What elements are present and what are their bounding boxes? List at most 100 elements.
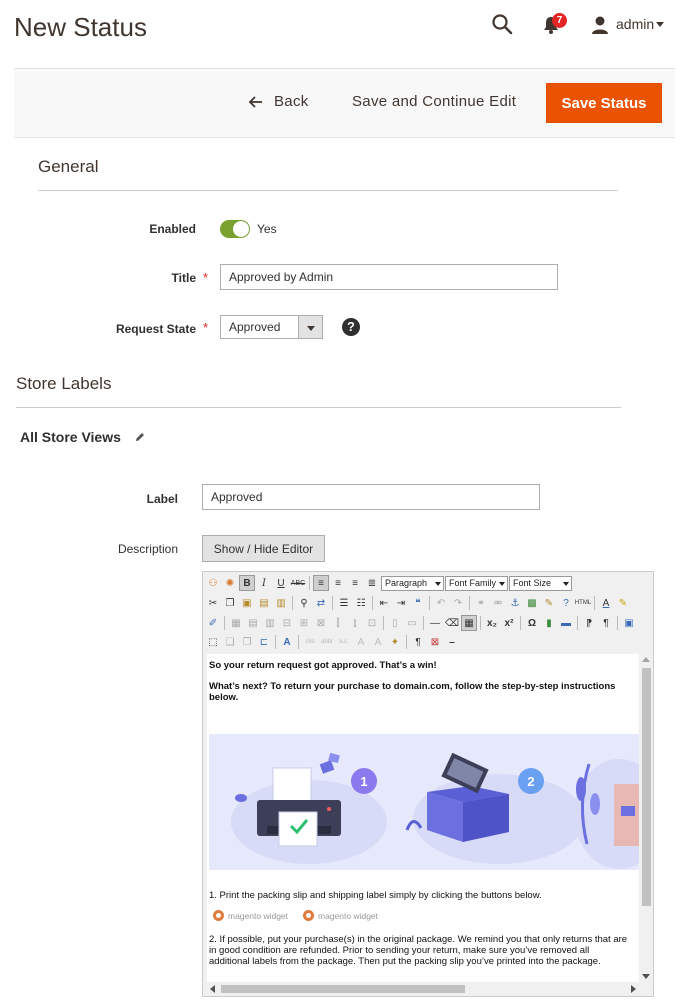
- delete-row-icon[interactable]: ⊠: [313, 615, 329, 631]
- format-select[interactable]: Paragraph: [381, 575, 444, 591]
- back-button[interactable]: Back: [248, 93, 309, 110]
- scrollbar-thumb[interactable]: [642, 668, 651, 906]
- font-size-select[interactable]: Font Size: [509, 575, 572, 591]
- paste-text-icon[interactable]: ▤: [256, 595, 272, 611]
- align-left-icon[interactable]: ≡: [313, 575, 329, 591]
- attributes-icon[interactable]: ✦: [387, 634, 403, 650]
- absolute-position-icon[interactable]: ⊏: [256, 634, 272, 650]
- bold-icon[interactable]: B: [239, 575, 255, 591]
- save-and-continue-button[interactable]: Save and Continue Edit: [352, 93, 516, 110]
- cite-icon[interactable]: cite: [302, 634, 318, 650]
- ins-icon[interactable]: A: [370, 634, 386, 650]
- scrollbar-thumb[interactable]: [221, 985, 465, 993]
- align-justify-icon[interactable]: ≣: [364, 575, 380, 591]
- title-input[interactable]: Approved by Admin: [220, 264, 558, 290]
- page-break-icon[interactable]: ⎯: [444, 634, 460, 650]
- superscript-icon[interactable]: x²: [501, 615, 517, 631]
- toolbar-separator: [406, 635, 407, 649]
- background-color-icon[interactable]: ✎: [615, 595, 631, 611]
- unlink-icon[interactable]: ⚮: [490, 595, 506, 611]
- split-cells-icon[interactable]: ▯: [387, 615, 403, 631]
- italic-icon[interactable]: I: [256, 575, 272, 591]
- col-before-icon[interactable]: ⫿: [330, 615, 346, 631]
- media-icon[interactable]: ▮: [541, 615, 557, 631]
- save-status-button[interactable]: Save Status: [546, 83, 662, 123]
- user-menu-name[interactable]: admin: [616, 16, 654, 32]
- copy-icon[interactable]: ❐: [222, 595, 238, 611]
- anchor-icon[interactable]: ⚓: [507, 595, 523, 611]
- undo-icon[interactable]: ↶: [433, 595, 449, 611]
- delete-col-icon[interactable]: ⊡: [364, 615, 380, 631]
- html-source-icon[interactable]: HTML: [575, 595, 591, 611]
- acronym-icon[interactable]: a.c.: [336, 634, 352, 650]
- editor-vertical-scrollbar[interactable]: [639, 654, 653, 982]
- nonbreaking-icon[interactable]: ⊠: [427, 634, 443, 650]
- del-icon[interactable]: A: [353, 634, 369, 650]
- insert-widget-icon[interactable]: ✺: [222, 575, 238, 591]
- scroll-right-icon[interactable]: [631, 985, 636, 993]
- bullet-list-icon[interactable]: ☰: [336, 595, 352, 611]
- row-after-icon[interactable]: ⊞: [296, 615, 312, 631]
- cleanup-icon[interactable]: ✎: [541, 595, 557, 611]
- replace-icon[interactable]: ⇄: [313, 595, 329, 611]
- editor-content-area[interactable]: So your return request got approved. Tha…: [207, 654, 639, 982]
- abbr-icon[interactable]: abbr: [319, 634, 335, 650]
- paste-word-icon[interactable]: ▥: [273, 595, 289, 611]
- insert-layer-icon[interactable]: ⬚: [205, 634, 221, 650]
- paste-icon[interactable]: ▣: [239, 595, 255, 611]
- styles-icon[interactable]: A: [279, 634, 295, 650]
- horizontal-rule-icon[interactable]: —: [427, 615, 443, 631]
- move-forward-icon[interactable]: ❏: [222, 634, 238, 650]
- fullscreen-icon[interactable]: ▣: [621, 615, 637, 631]
- help-editor-icon[interactable]: ?: [558, 595, 574, 611]
- image-icon[interactable]: ▩: [524, 595, 540, 611]
- table-icon[interactable]: ▦: [228, 615, 244, 631]
- merge-cells-icon[interactable]: ▭: [404, 615, 420, 631]
- scroll-down-icon[interactable]: [642, 974, 650, 979]
- user-icon[interactable]: [590, 15, 610, 35]
- visual-aid-icon[interactable]: ▦: [461, 615, 477, 631]
- help-icon[interactable]: ?: [342, 318, 360, 336]
- subscript-icon[interactable]: x₂: [484, 615, 500, 631]
- store-label-input[interactable]: Approved: [202, 484, 540, 510]
- rtl-icon[interactable]: ¶: [598, 615, 614, 631]
- font-family-select[interactable]: Font Family: [445, 575, 508, 591]
- link-icon[interactable]: ⚭: [473, 595, 489, 611]
- edit-css-icon[interactable]: ✐: [205, 615, 221, 631]
- notifications-count-badge[interactable]: 7: [552, 13, 567, 28]
- find-icon[interactable]: ⚲: [296, 595, 312, 611]
- editor-horizontal-scrollbar[interactable]: [207, 982, 639, 996]
- show-hide-editor-button[interactable]: Show / Hide Editor: [202, 535, 325, 562]
- numbered-list-icon[interactable]: ☷: [353, 595, 369, 611]
- magento-widget-placeholder[interactable]: magento widget: [303, 910, 378, 921]
- cut-icon[interactable]: ✂: [205, 595, 221, 611]
- align-center-icon[interactable]: ≡: [330, 575, 346, 591]
- table-row-props-icon[interactable]: ▤: [245, 615, 261, 631]
- table-cell-props-icon[interactable]: ▥: [262, 615, 278, 631]
- special-char-icon[interactable]: Ω: [524, 615, 540, 631]
- col-after-icon[interactable]: ⫾: [347, 615, 363, 631]
- remove-format-icon[interactable]: ⌫: [444, 615, 460, 631]
- row-before-icon[interactable]: ⊟: [279, 615, 295, 631]
- user-menu-caret-icon[interactable]: [656, 22, 664, 27]
- outdent-icon[interactable]: ⇤: [376, 595, 392, 611]
- text-color-icon[interactable]: A: [598, 595, 614, 611]
- pencil-icon[interactable]: [134, 431, 146, 443]
- advanced-hr-icon[interactable]: ▬: [558, 615, 574, 631]
- move-backward-icon[interactable]: ❐: [239, 634, 255, 650]
- request-state-select[interactable]: Approved: [220, 315, 323, 339]
- indent-icon[interactable]: ⇥: [393, 595, 409, 611]
- insert-variable-icon[interactable]: ⚇: [205, 575, 221, 591]
- blockquote-icon[interactable]: ❝: [410, 595, 426, 611]
- enabled-toggle[interactable]: [220, 220, 250, 238]
- show-blocks-icon[interactable]: ¶: [410, 634, 426, 650]
- magento-widget-placeholder[interactable]: magento widget: [213, 910, 288, 921]
- scroll-left-icon[interactable]: [210, 985, 215, 993]
- strikethrough-icon[interactable]: ABC: [290, 575, 306, 591]
- underline-icon[interactable]: U: [273, 575, 289, 591]
- scroll-up-icon[interactable]: [642, 657, 650, 662]
- search-icon[interactable]: [490, 12, 514, 36]
- ltr-icon[interactable]: ⁋: [581, 615, 597, 631]
- redo-icon[interactable]: ↷: [450, 595, 466, 611]
- align-right-icon[interactable]: ≡: [347, 575, 363, 591]
